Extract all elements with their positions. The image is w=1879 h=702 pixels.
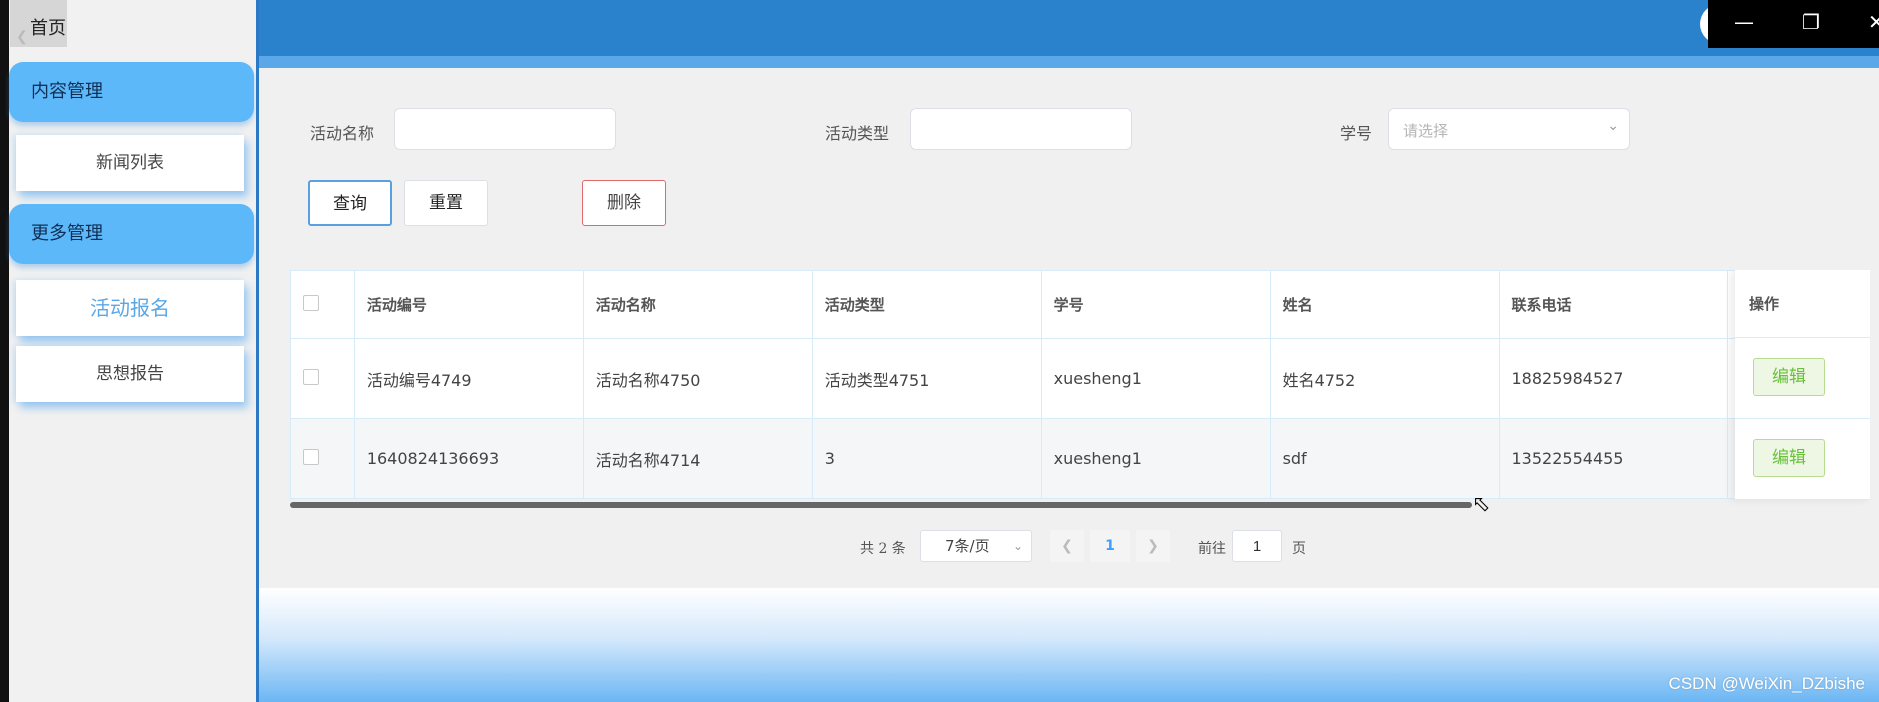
sidebar-item-label: 新闻列表 [96,153,164,173]
home-tab[interactable]: ❮ 首页 [10,0,67,47]
column-header[interactable]: 活动类型 [811,270,1042,339]
table-grid: 活动编号 活动名称 活动类型 学号 姓名 联系电话 审 活动编号4749 活动名… [290,270,1770,499]
goto-page-input[interactable] [1232,530,1282,562]
table-cell: sdf [1269,418,1500,499]
page-size-value: 7条/页 [945,537,990,555]
table-row[interactable]: 1640824136693 活动名称4714 3 xuesheng1 sdf 1… [290,418,1770,499]
menu-group-label: 更多管理 [31,223,103,244]
activity-type-label: 活动类型 [825,124,890,143]
sidebar-item-thought-report[interactable]: 思想报告 [16,346,244,402]
menu-group-label: 内容管理 [31,81,103,102]
pagination-total: 共 2 条 [860,541,906,557]
operation-cell: 编辑 [1735,338,1870,419]
student-id-placeholder: 请选择 [1403,122,1449,140]
column-header[interactable]: 学号 [1040,270,1271,339]
chevron-down-icon: ⌄ [1607,118,1619,134]
menu-group-content[interactable]: 内容管理 [9,62,254,122]
table-cell: 活动类型4751 [811,338,1042,419]
window-controls: — ❐ ✕ [1708,0,1879,48]
goto-label: 前往 [1198,541,1226,557]
table-cell: 3 [811,418,1042,499]
home-label: 首页 [30,18,66,39]
header-accent-strip [259,56,1879,68]
table-cell: xuesheng1 [1040,418,1271,499]
column-header[interactable]: 姓名 [1269,270,1500,339]
row-select-cell [290,338,355,419]
reset-button[interactable]: 重置 [404,180,488,226]
page-size-select[interactable]: 7条/页 ⌄ [920,530,1032,562]
table-cell: 活动名称4750 [582,338,813,419]
edit-button[interactable]: 编辑 [1753,358,1825,396]
table-cell: 活动编号4749 [353,338,584,419]
table-cell: 1640824136693 [353,418,584,499]
operation-header: 操作 [1735,270,1870,338]
sidebar-item-news-list[interactable]: 新闻列表 [16,135,244,191]
row-checkbox[interactable] [303,368,319,385]
activity-type-input[interactable] [910,108,1132,150]
delete-button[interactable]: 删除 [582,180,666,226]
table-row[interactable]: 活动编号4749 活动名称4750 活动类型4751 xuesheng1 姓名4… [290,338,1770,419]
chevron-down-icon: ⌄ [1012,539,1023,553]
top-header [259,0,1879,56]
window-edge [0,0,9,702]
table-cell: 姓名4752 [1269,338,1500,419]
table-header-row: 活动编号 活动名称 活动类型 学号 姓名 联系电话 审 [290,270,1770,339]
table-cell: 13522554455 [1498,418,1729,499]
horizontal-scrollbar[interactable] [290,502,1472,508]
edit-button[interactable]: 编辑 [1753,439,1825,477]
next-page-button[interactable]: ❯ [1136,530,1170,562]
minimize-icon[interactable]: — [1734,10,1754,34]
data-table: 活动编号 活动名称 活动类型 学号 姓名 联系电话 审 活动编号4749 活动名… [290,270,1870,506]
column-header[interactable]: 活动名称 [582,270,813,339]
operation-cell: 编辑 [1735,419,1870,500]
page-number-current[interactable]: 1 [1090,530,1130,562]
page-suffix: 页 [1292,541,1306,557]
query-button[interactable]: 查询 [308,180,392,226]
sidebar-item-label: 活动报名 [90,296,170,320]
table-cell: 活动名称4714 [582,418,813,499]
select-all-checkbox[interactable] [303,294,319,311]
operation-column: 操作 编辑 编辑 [1735,270,1870,500]
menu-group-more[interactable]: 更多管理 [9,204,254,264]
column-header[interactable]: 活动编号 [353,270,584,339]
restore-icon[interactable]: ❐ [1802,10,1820,34]
row-select-cell [290,418,355,499]
activity-name-input[interactable] [394,108,616,150]
back-arrow-icon[interactable]: ❮ [16,8,28,66]
select-all-cell [290,270,355,339]
prev-page-button[interactable]: ❮ [1050,530,1084,562]
close-icon[interactable]: ✕ [1868,10,1879,34]
table-cell: 18825984527 [1498,338,1729,419]
mouse-pointer-icon: ⬁ [1472,492,1491,517]
student-id-select[interactable]: 请选择 ⌄ [1388,108,1630,150]
column-header[interactable]: 联系电话 [1498,270,1729,339]
footer-gradient [259,588,1879,702]
activity-name-label: 活动名称 [310,124,375,143]
sidebar: ❮ 首页 内容管理 新闻列表 更多管理 活动报名 思想报告 [9,0,256,702]
sidebar-item-activity-signup[interactable]: 活动报名 [16,280,244,336]
row-checkbox[interactable] [303,448,319,465]
sidebar-item-label: 思想报告 [96,364,164,384]
table-cell: xuesheng1 [1040,338,1271,419]
watermark: CSDN @WeiXin_DZbishe [1668,674,1865,693]
student-id-label: 学号 [1340,124,1373,143]
